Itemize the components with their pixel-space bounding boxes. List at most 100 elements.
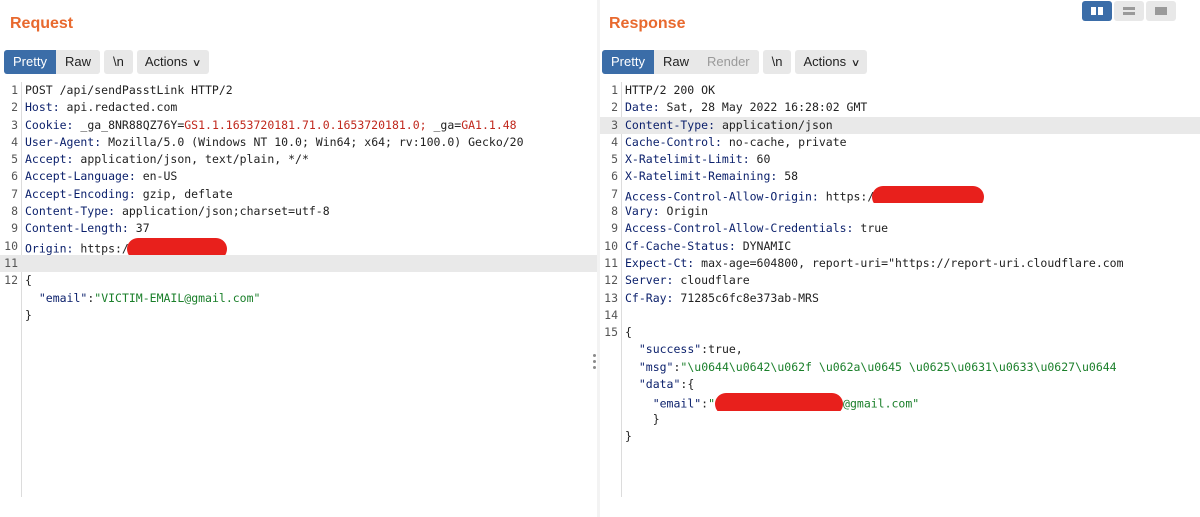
header-value: 60	[749, 152, 771, 167]
line-number: 15	[604, 325, 618, 340]
json-key: "success"	[638, 342, 702, 357]
request-tab-pretty[interactable]: Pretty	[4, 50, 56, 74]
header-name: X-Ratelimit-Remaining:	[625, 169, 778, 184]
response-toolbar: Pretty Raw Render \n Actions ∨	[602, 50, 868, 74]
response-view-tabs: Pretty Raw Render	[602, 50, 759, 74]
line-number: 1	[11, 83, 18, 97]
code-content: Cache-Control: no-cache, private	[625, 134, 847, 151]
response-tab-raw[interactable]: Raw	[653, 50, 698, 74]
code-content: Content-Type: application/json;charset=u…	[25, 203, 330, 220]
code-line: 11	[0, 254, 597, 273]
header-name: Content-Type:	[625, 117, 716, 132]
code-content: POST /api/sendPasstLink HTTP/2	[25, 82, 233, 99]
request-newline-toggle[interactable]: \n	[103, 50, 133, 74]
code-line: 13 Cf-Ray: 71285c6fc8e373ab-MRS	[600, 290, 1200, 307]
code-content: X-Ratelimit-Remaining: 58	[625, 168, 798, 185]
line-number: 2	[11, 100, 18, 115]
header-value: _ga=	[426, 117, 462, 132]
code-line: "msg":"\u0644\u0642\u062f \u062a\u0645 \…	[600, 359, 1200, 376]
json-value: {	[687, 377, 695, 392]
line-number: 8	[11, 204, 18, 219]
response-newline-toggle[interactable]: \n	[762, 50, 792, 74]
header-name: Host:	[25, 100, 60, 115]
line-number: 3	[11, 117, 18, 132]
response-tab-render[interactable]: Render	[697, 50, 759, 74]
line-number: 1	[611, 83, 618, 97]
code-line: }	[600, 428, 1200, 445]
header-name: Expect-Ct:	[625, 255, 695, 270]
json-key: "msg"	[638, 359, 674, 374]
line-number: 8	[611, 204, 618, 219]
code-line: "success":true,	[600, 341, 1200, 358]
request-actions-button[interactable]: Actions ∨	[136, 50, 209, 74]
header-value: https:/	[73, 241, 129, 255]
code-line: "email":" @gmail.com"	[600, 393, 1200, 411]
code-line: 12 Server: cloudflare	[600, 272, 1200, 289]
response-actions-label: Actions	[803, 54, 847, 69]
code-content: "email":"VICTIM-EMAIL@gmail.com"	[25, 290, 261, 307]
header-name: Server:	[625, 273, 674, 288]
line-number: 4	[11, 134, 18, 149]
header-value: 37	[128, 221, 150, 236]
json-key: "email"	[652, 396, 702, 411]
line-number: 6	[611, 169, 618, 184]
redaction-mark	[872, 185, 985, 204]
code-line: }	[0, 307, 597, 324]
code-content: }	[625, 411, 660, 428]
code-content: Date: Sat, 28 May 2022 16:28:02 GMT	[625, 99, 867, 116]
json-string-value: "VICTIM-EMAIL@gmail.com"	[94, 290, 261, 305]
line-number: 7	[611, 186, 618, 201]
header-value: 71285c6fc8e373ab-MRS	[673, 290, 819, 305]
header-name: User-Agent:	[25, 134, 102, 149]
response-actions-button[interactable]: Actions ∨	[795, 50, 868, 74]
code-line: 8 Content-Type: application/json;charset=…	[0, 203, 597, 220]
response-tab-pretty[interactable]: Pretty	[602, 50, 654, 74]
code-line: 6 X-Ratelimit-Remaining: 58	[600, 168, 1200, 185]
code-line: 9 Content-Length: 37	[0, 220, 597, 237]
header-name: Cf-Cache-Status:	[625, 238, 736, 253]
line-number: 14	[604, 307, 618, 322]
line-number: 12	[604, 273, 618, 288]
cookie-value: GA1.1.48	[461, 117, 517, 132]
split-rows-icon[interactable]	[1114, 1, 1144, 21]
code-content: "msg":"\u0644\u0642\u062f \u062a\u0645 \…	[625, 359, 1117, 376]
code-content: {	[625, 324, 632, 341]
header-value: gzip, deflate	[135, 186, 233, 201]
header-value: en-US	[135, 169, 178, 184]
line-number: 11	[604, 255, 618, 270]
code-line: 3 Content-Type: application/json	[600, 116, 1200, 134]
code-content: Vary: Origin	[625, 203, 708, 220]
chevron-down-icon: ∨	[851, 58, 861, 69]
drag-handle-icon[interactable]	[593, 354, 597, 374]
response-editor[interactable]: 1 HTTP/2 200 OK 2 Date: Sat, 28 May 2022 16…	[600, 82, 1200, 517]
split-columns-icon[interactable]	[1082, 1, 1112, 21]
header-value: max-age=604800, report-uri="https://repo…	[694, 255, 1124, 270]
code-content: Origin: https:/	[25, 237, 227, 255]
code-text: {	[625, 325, 632, 340]
code-text: {	[25, 273, 32, 288]
code-content: Content-Type: application/json	[625, 117, 833, 134]
line-number: 11	[4, 255, 18, 270]
code-content: Accept: application/json, text/plain, */…	[25, 151, 309, 168]
header-value: DYNAMIC	[735, 238, 792, 253]
single-pane-icon[interactable]	[1146, 1, 1176, 21]
chevron-down-icon: ∨	[192, 58, 202, 69]
code-line: 3 Cookie: _ga_8NR88QZ76Y=GS1.1.1653720181…	[0, 117, 597, 134]
json-string-value: @gmail.com"	[843, 396, 920, 411]
header-name: Origin:	[25, 241, 74, 255]
line-number: 3	[611, 117, 618, 132]
header-name: Content-Length:	[25, 221, 129, 236]
code-content: Access-Control-Allow-Origin: https:/	[625, 185, 985, 204]
line-number: 12	[4, 273, 18, 288]
code-line: 6 Accept-Language: en-US	[0, 168, 597, 185]
code-line: 2 Date: Sat, 28 May 2022 16:28:02 GMT	[600, 99, 1200, 116]
code-text: HTTP/2 200 OK	[625, 83, 716, 97]
header-name: Content-Type:	[25, 204, 116, 219]
header-value: https:/	[818, 189, 875, 204]
code-line: "data":{	[600, 376, 1200, 393]
request-editor[interactable]: 1 POST /api/sendPasstLink HTTP/2 2 Host: ap…	[0, 82, 597, 517]
request-tab-raw[interactable]: Raw	[55, 50, 100, 74]
